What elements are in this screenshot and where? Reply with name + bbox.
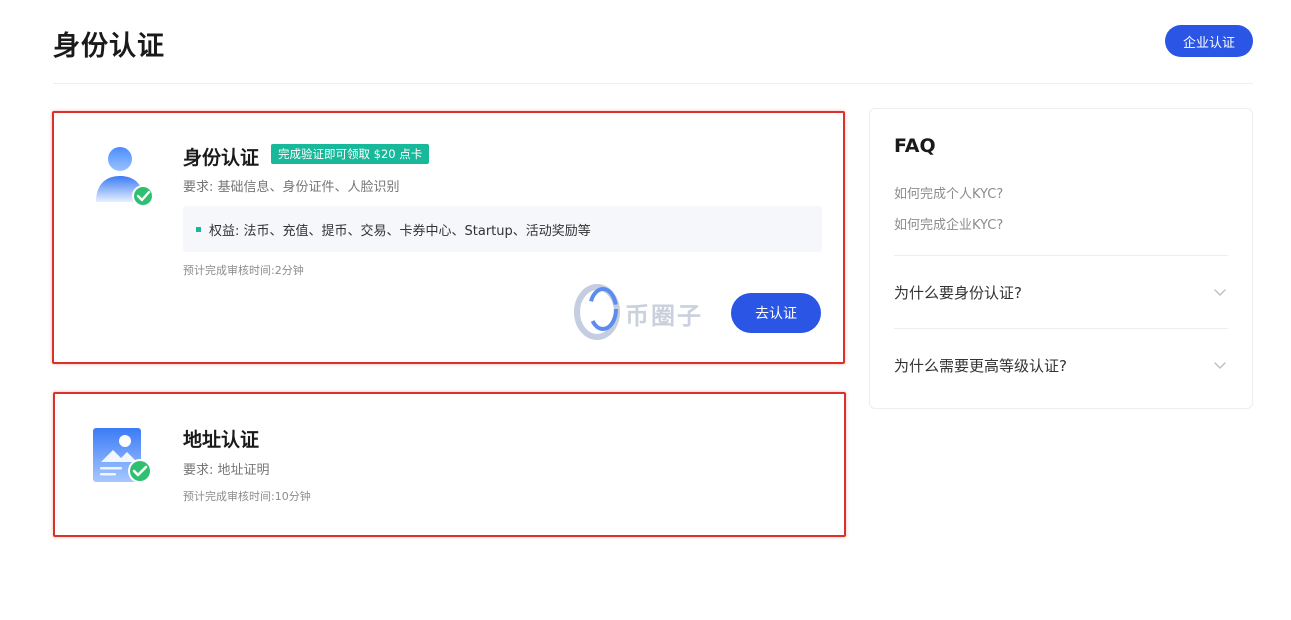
faq-item-label: 为什么要身份认证?: [894, 283, 1022, 302]
chevron-down-icon: [1214, 362, 1226, 369]
identity-requirement: 要求: 基础信息、身份证件、人脸识别: [183, 180, 400, 195]
address-verification-card: 地址认证 要求: 地址证明 预计完成审核时间:10分钟: [53, 392, 846, 537]
watermark-text: 币圈子: [625, 301, 703, 330]
address-estimated-time: 预计完成审核时间:10分钟: [183, 490, 311, 503]
watermark: 币圈子: [571, 281, 703, 345]
header-divider: [53, 83, 1253, 84]
enterprise-verification-button[interactable]: 企业认证: [1165, 25, 1253, 57]
faq-link-enterprise-kyc[interactable]: 如何完成企业KYC?: [894, 214, 1003, 233]
identity-estimated-time: 预计完成审核时间:2分钟: [183, 264, 304, 277]
coin-circle-logo-icon: [571, 281, 623, 345]
faq-link-personal-kyc[interactable]: 如何完成个人KYC?: [894, 183, 1003, 202]
reward-badge: 完成验证即可领取 $20 点卡: [271, 144, 430, 164]
faq-divider: [894, 255, 1228, 256]
start-verification-button[interactable]: 去认证: [731, 293, 821, 333]
address-card-title: 地址认证: [183, 429, 260, 451]
benefits-box: 权益: 法币、充值、提币、交易、卡券中心、Startup、活动奖励等: [183, 206, 822, 252]
faq-panel: FAQ 如何完成个人KYC? 如何完成企业KYC? 为什么要身份认证? 为什么需…: [869, 108, 1253, 409]
page-title: 身份认证: [53, 31, 165, 62]
faq-item-higher-level[interactable]: 为什么需要更高等级认证?: [894, 345, 1228, 385]
identity-card-title: 身份认证: [183, 147, 260, 169]
faq-item-why-verify[interactable]: 为什么要身份认证?: [894, 272, 1228, 312]
faq-title: FAQ: [894, 135, 936, 157]
faq-divider: [894, 328, 1228, 329]
benefits-text: 权益: 法币、充值、提币、交易、卡券中心、Startup、活动奖励等: [209, 223, 591, 239]
kyc-page: 身份认证 企业认证 身份认证 完成验证即可领取 $20 点卡 要求: 基础信息、…: [0, 0, 1291, 620]
user-verified-icon: [92, 144, 156, 214]
faq-item-label: 为什么需要更高等级认证?: [894, 356, 1067, 375]
identity-verification-card: 身份认证 完成验证即可领取 $20 点卡 要求: 基础信息、身份证件、人脸识别 …: [52, 111, 845, 364]
chevron-down-icon: [1214, 289, 1226, 296]
address-requirement: 要求: 地址证明: [183, 463, 270, 478]
address-doc-verified-icon: [91, 426, 157, 496]
bullet-icon: [196, 226, 201, 232]
